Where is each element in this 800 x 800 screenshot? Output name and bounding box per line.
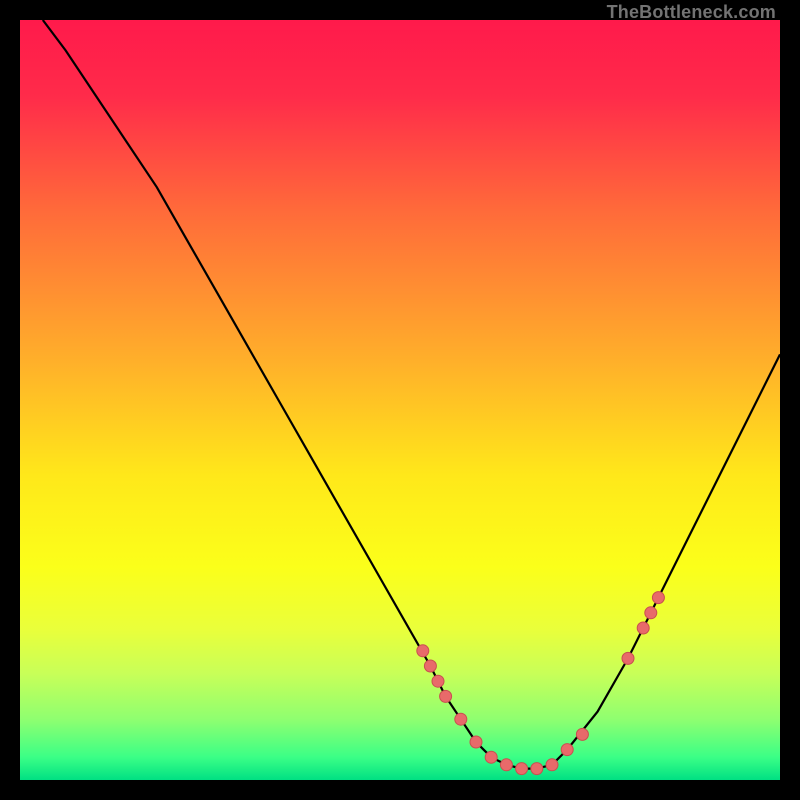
marker-point (500, 759, 512, 771)
marker-point (531, 763, 543, 775)
marker-point (622, 652, 634, 664)
marker-point (561, 744, 573, 756)
marker-point (637, 622, 649, 634)
marker-point (576, 728, 588, 740)
marker-point (440, 690, 452, 702)
chart-svg (20, 20, 780, 780)
marker-point (417, 645, 429, 657)
marker-point (546, 759, 558, 771)
attribution-label: TheBottleneck.com (607, 2, 776, 23)
marker-point (645, 607, 657, 619)
marker-point (516, 763, 528, 775)
marker-point (652, 592, 664, 604)
marker-point (485, 751, 497, 763)
marker-point (424, 660, 436, 672)
marker-point (432, 675, 444, 687)
marker-point (470, 736, 482, 748)
marker-point (455, 713, 467, 725)
gradient-background (20, 20, 780, 780)
chart-frame (20, 20, 780, 780)
